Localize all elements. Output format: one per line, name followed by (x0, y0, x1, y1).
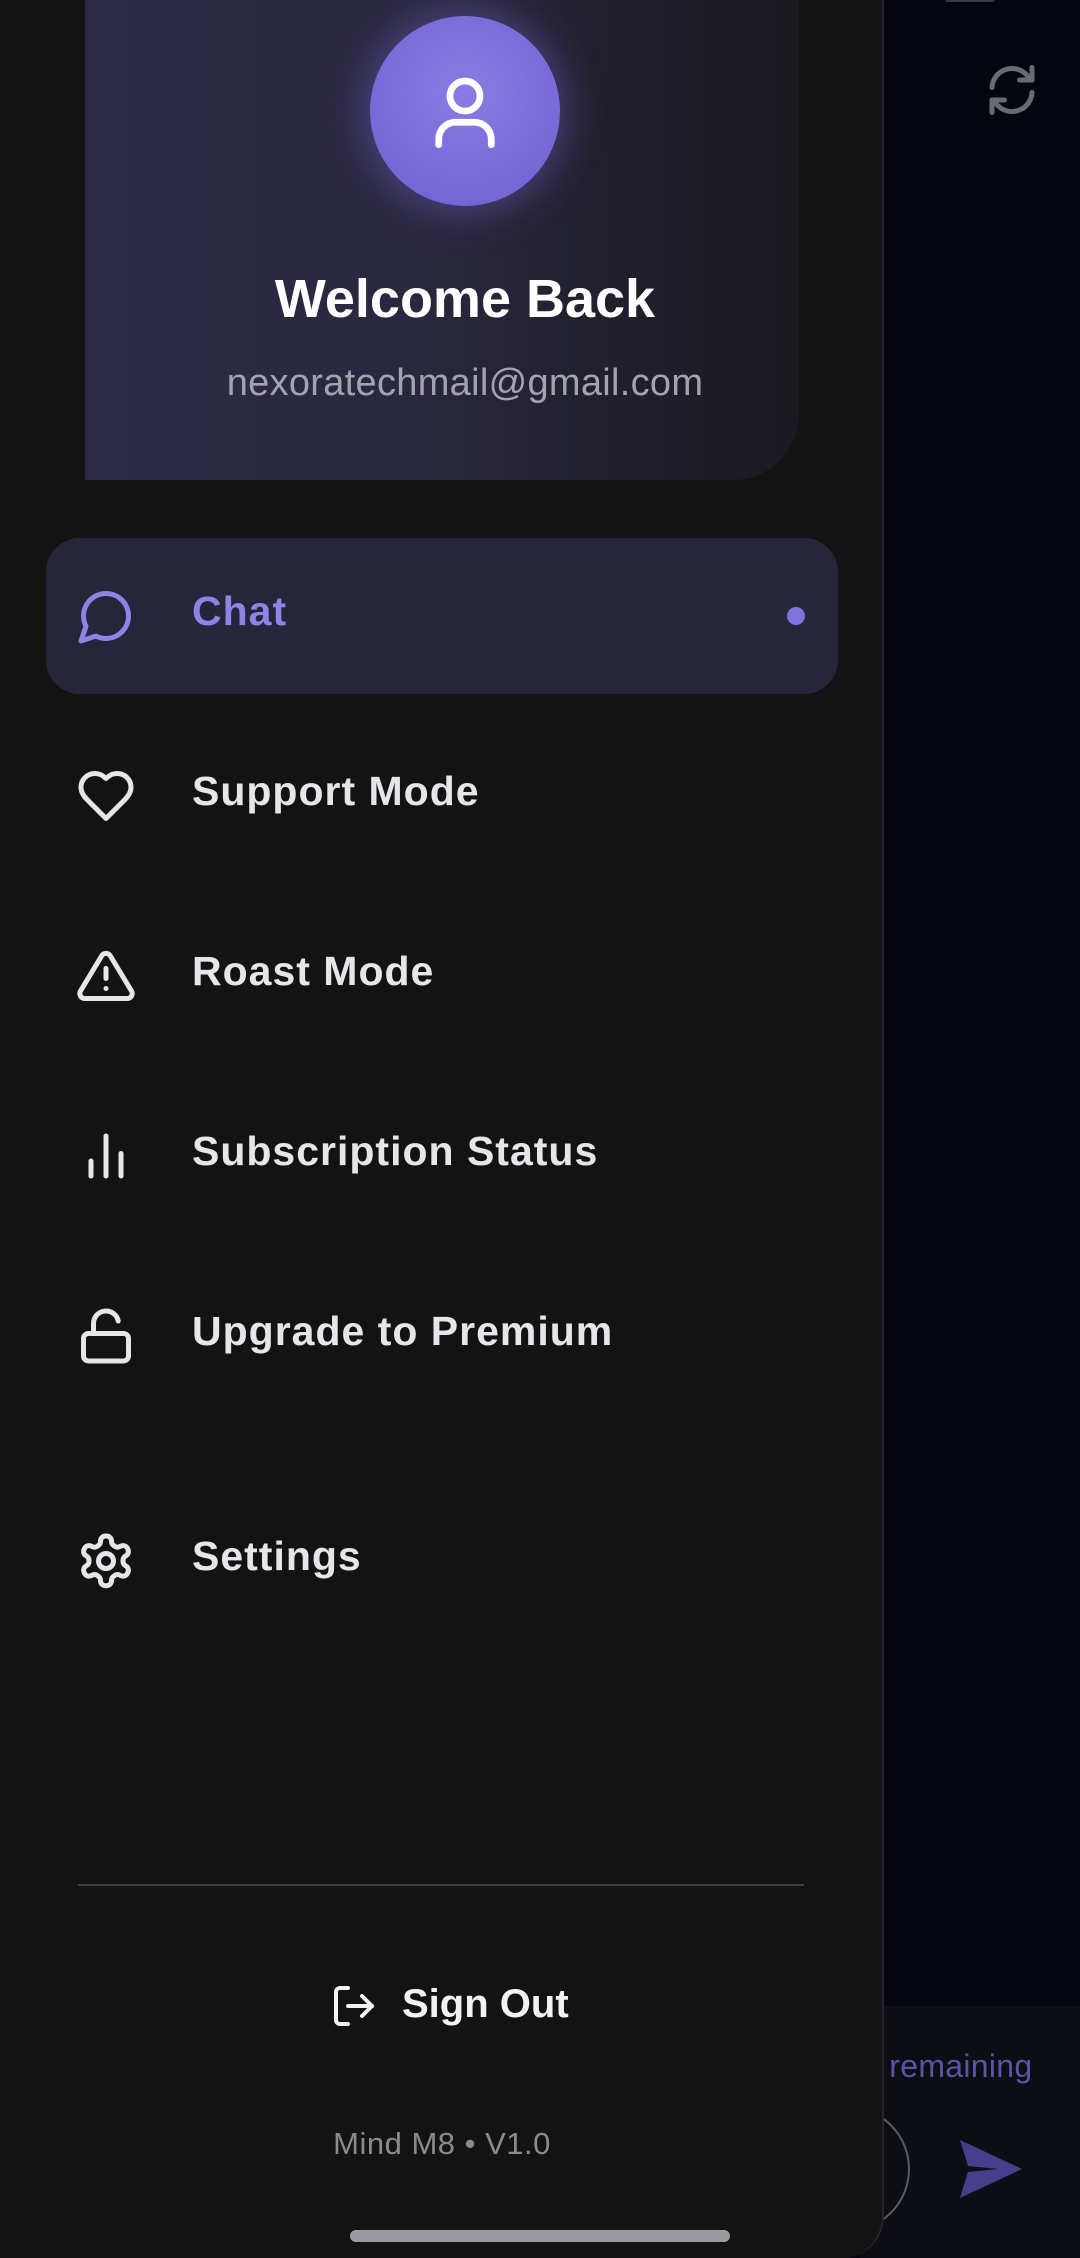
sign-out-label: Sign Out (402, 1982, 569, 2026)
menu-item-label: Support Mode (192, 768, 480, 814)
menu-item-settings[interactable]: Settings (46, 1483, 838, 1639)
send-icon[interactable] (958, 2138, 1024, 2200)
unlock-icon (76, 1306, 136, 1366)
menu-item-roast-mode[interactable]: Roast Mode (46, 898, 838, 1054)
menu-item-upgrade-to-premium[interactable]: Upgrade to Premium (46, 1258, 838, 1414)
app-version: Mind M8 • V1.0 (333, 2126, 551, 2161)
menu-item-label: Upgrade to Premium (192, 1308, 614, 1354)
warning-triangle-icon (76, 946, 136, 1006)
refresh-icon[interactable] (982, 60, 1042, 120)
chat-bubble-icon (76, 586, 136, 646)
menu-item-label: Chat (192, 588, 288, 634)
menu-item-support-mode[interactable]: Support Mode (46, 718, 838, 874)
divider (78, 1884, 804, 1886)
home-indicator[interactable] (350, 2230, 730, 2242)
user-email: nexoratechmail@gmail.com (226, 362, 704, 404)
messages-remaining-text: 0 remaining (862, 2048, 1033, 2084)
avatar[interactable] (370, 16, 560, 206)
heart-icon (76, 766, 136, 826)
user-icon (435, 77, 495, 149)
log-out-icon (330, 1982, 378, 2030)
menu-item-chat[interactable]: Chat (46, 538, 838, 694)
active-indicator-dot (787, 607, 805, 625)
bar-chart-icon (76, 1126, 136, 1186)
sign-out-button[interactable]: Sign Out (322, 1970, 572, 2040)
menu-item-label: Subscription Status (192, 1128, 599, 1174)
navigation-drawer: Welcome Back nexoratechmail@gmail.com Ch… (0, 0, 884, 2258)
app-screen: 0 remaining Welcome Back nexoratechmail@… (0, 0, 1080, 2258)
welcome-title: Welcome Back (274, 269, 656, 329)
menu-item-label: Settings (192, 1533, 362, 1579)
top-bar-edge (945, 0, 995, 2)
menu-item-subscription-status[interactable]: Subscription Status (46, 1078, 838, 1234)
menu-item-label: Roast Mode (192, 948, 435, 994)
gear-icon (76, 1531, 136, 1591)
